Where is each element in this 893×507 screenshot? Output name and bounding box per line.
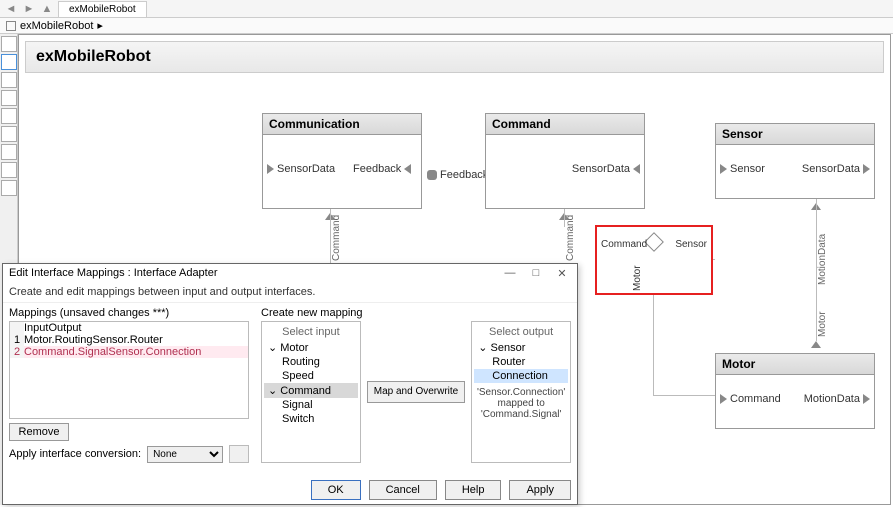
tool-1[interactable]: [1, 36, 17, 52]
tool-9[interactable]: [1, 180, 17, 196]
port-icon: [811, 341, 821, 348]
tree-item[interactable]: Switch: [264, 412, 358, 426]
apply-conversion-label: Apply interface conversion:: [9, 448, 141, 460]
block-header: Communication: [263, 114, 421, 135]
tree-item[interactable]: Signal: [264, 398, 358, 412]
tool-7[interactable]: [1, 144, 17, 160]
tree-item[interactable]: Connection: [474, 369, 568, 383]
nav-up-icon[interactable]: ▲: [40, 2, 54, 16]
block-header: Command: [486, 114, 644, 135]
tree-item[interactable]: ⌄ Motor: [264, 340, 358, 355]
breadcrumb-icon: [6, 21, 16, 31]
map-overwrite-button[interactable]: Map and Overwrite: [367, 381, 465, 403]
maximize-icon[interactable]: □: [527, 267, 545, 280]
nav-back-icon[interactable]: ◄: [4, 2, 18, 16]
page-title: exMobileRobot: [25, 41, 884, 73]
close-icon[interactable]: ✕: [553, 267, 571, 280]
breadcrumb-item[interactable]: exMobileRobot: [20, 20, 93, 32]
apply-conversion-button[interactable]: [229, 445, 249, 463]
tool-6[interactable]: [1, 126, 17, 142]
port-icon: [863, 394, 870, 404]
tool-4[interactable]: [1, 90, 17, 106]
select-output-tree[interactable]: Select output ⌄ SensorRouterConnection '…: [471, 321, 571, 463]
tree-item[interactable]: ⌄ Command: [264, 383, 358, 398]
port-icon: [720, 164, 727, 174]
block-motor[interactable]: Motor Command MotionData: [715, 353, 875, 429]
mappings-table[interactable]: Input Output 1 Motor.Routing Sensor.Rout…: [9, 321, 249, 419]
interface-adapter-junction[interactable]: Command Sensor Motor: [595, 225, 713, 295]
mappings-label: Mappings (unsaved changes ***): [9, 307, 249, 319]
port-icon: [863, 164, 870, 174]
tool-5[interactable]: [1, 108, 17, 124]
block-header: Motor: [716, 354, 874, 375]
minimize-icon[interactable]: —: [501, 267, 519, 280]
tab-strip: ◄ ► ▲ exMobileRobot: [0, 0, 893, 18]
block-command[interactable]: Command SensorData: [485, 113, 645, 209]
tree-item[interactable]: Speed: [264, 369, 358, 383]
port-icon: [720, 394, 727, 404]
port-icon: [633, 164, 640, 174]
tool-3[interactable]: [1, 72, 17, 88]
tree-item[interactable]: Routing: [264, 355, 358, 369]
help-button[interactable]: Help: [445, 480, 502, 500]
breadcrumb: exMobileRobot ▸: [0, 18, 893, 34]
dialog-titlebar[interactable]: Edit Interface Mappings : Interface Adap…: [3, 264, 577, 282]
tab-active[interactable]: exMobileRobot: [58, 1, 147, 17]
apply-button[interactable]: Apply: [509, 480, 571, 500]
tree-item[interactable]: ⌄ Sensor: [474, 340, 568, 355]
nav-fwd-icon[interactable]: ►: [22, 2, 36, 16]
remove-button[interactable]: Remove: [9, 423, 69, 441]
conversion-select[interactable]: None: [147, 446, 223, 463]
mapping-status: 'Sensor.Connection' mapped to 'Command.S…: [474, 383, 568, 420]
tree-item[interactable]: Router: [474, 355, 568, 369]
port-in-icon: [267, 164, 274, 174]
edit-interface-mappings-dialog: Edit Interface Mappings : Interface Adap…: [2, 263, 578, 505]
create-mapping-label: Create new mapping: [261, 307, 571, 319]
tool-8[interactable]: [1, 162, 17, 178]
dialog-description: Create and edit mappings between input a…: [3, 282, 577, 303]
block-header: Sensor: [716, 124, 874, 145]
select-input-tree[interactable]: Select input ⌄ MotorRoutingSpeed⌄ Comman…: [261, 321, 361, 463]
table-row[interactable]: 2 Command.Signal Sensor.Connection: [10, 346, 248, 358]
table-row[interactable]: 1 Motor.Routing Sensor.Router: [10, 334, 248, 346]
chevron-right-icon: ▸: [97, 19, 103, 32]
tool-2[interactable]: [1, 54, 17, 70]
block-sensor[interactable]: Sensor Sensor SensorData: [715, 123, 875, 199]
dialog-title: Edit Interface Mappings : Interface Adap…: [9, 267, 218, 279]
cancel-button[interactable]: Cancel: [369, 480, 437, 500]
port-icon: [404, 164, 411, 174]
block-communication[interactable]: Communication SensorData Feedback: [262, 113, 422, 209]
feedback-terminator-icon: [427, 170, 437, 180]
ok-button[interactable]: OK: [311, 480, 361, 500]
